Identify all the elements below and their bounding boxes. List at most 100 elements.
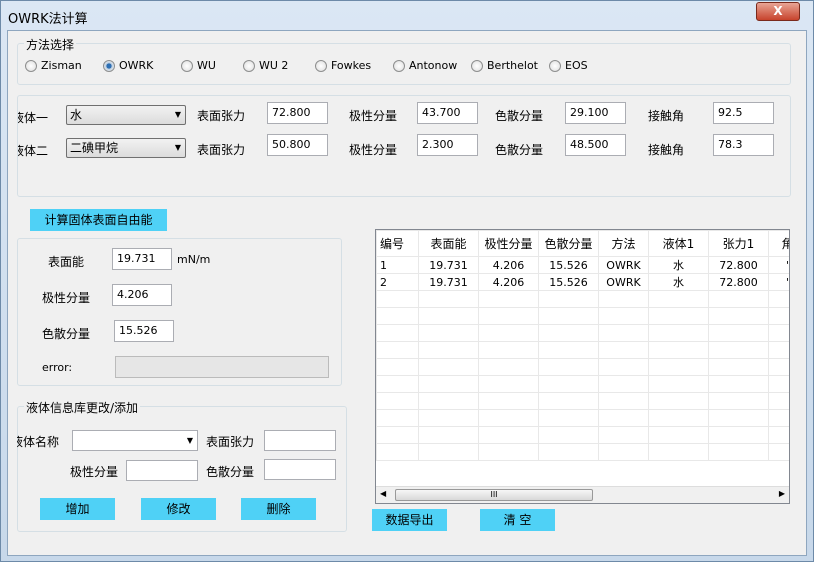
horizontal-scrollbar[interactable]: ◀ III ▶ — [376, 486, 789, 503]
radio-zisman[interactable]: Zisman — [25, 59, 82, 72]
scroll-thumb[interactable]: III — [395, 489, 593, 501]
scroll-right-icon[interactable]: ▶ — [779, 489, 785, 498]
db-name-label: 液体名称 — [17, 435, 60, 449]
radio-label: Zisman — [41, 59, 82, 72]
liquid2-angle-input[interactable]: 78.3 — [713, 134, 774, 156]
table-cell — [478, 307, 539, 325]
table-cell — [478, 341, 539, 359]
db-polar-input[interactable] — [126, 460, 198, 481]
table-row[interactable]: 1 19.731 4.206 15.526 OWRK 水 72.800 ' — [376, 256, 789, 274]
table-cell — [768, 392, 789, 410]
radio-label: Berthelot — [487, 59, 538, 72]
scroll-left-icon[interactable]: ◀ — [380, 489, 386, 498]
liquid1-tension-label: 表面张力 — [197, 109, 246, 123]
table-cell — [708, 290, 769, 308]
liquid1-angle-input[interactable]: 92.5 — [713, 102, 774, 124]
liquid1-polar-input[interactable]: 43.700 — [417, 102, 478, 124]
liquid1-disp-input[interactable]: 29.100 — [565, 102, 626, 124]
column-header[interactable]: 极性分量 — [478, 230, 539, 257]
window-title: OWRK法计算 — [8, 12, 88, 27]
table-cell — [418, 392, 479, 410]
db-tension-input[interactable] — [264, 430, 336, 451]
db-disp-input[interactable] — [264, 459, 336, 480]
liquid2-tension-input[interactable]: 50.800 — [267, 134, 328, 156]
radio-label: WU — [197, 59, 216, 72]
table-row[interactable] — [376, 324, 789, 342]
table-cell — [708, 341, 769, 359]
table-cell — [768, 307, 789, 325]
table-cell — [598, 290, 649, 308]
column-header[interactable]: 张力1 — [708, 230, 769, 257]
radio-wu[interactable]: WU — [181, 59, 216, 72]
table-cell — [598, 443, 649, 461]
table-cell — [538, 307, 599, 325]
table-row[interactable] — [376, 426, 789, 444]
radio-circle-icon — [243, 59, 255, 72]
table-cell: 1 — [376, 256, 419, 274]
table-row[interactable] — [376, 409, 789, 427]
clear-button[interactable]: 清 空 — [480, 509, 555, 531]
table-row[interactable] — [376, 341, 789, 359]
table-row[interactable] — [376, 307, 789, 325]
liquid1-tension-input[interactable]: 72.800 — [267, 102, 328, 124]
method-group-label: 方法选择 — [24, 36, 77, 53]
table-cell — [708, 307, 769, 325]
calculate-button[interactable]: 计算固体表面自由能 — [30, 209, 167, 231]
liquid2-polar-input[interactable]: 2.300 — [417, 134, 478, 156]
db-name-select[interactable]: ▼ — [72, 430, 198, 451]
radio-circle-icon — [103, 59, 115, 72]
table-cell — [418, 409, 479, 427]
column-header[interactable]: 表面能 — [418, 230, 479, 257]
result-polar-output: 4.206 — [112, 284, 172, 306]
table-row[interactable] — [376, 443, 789, 461]
table-cell — [708, 358, 769, 376]
radio-label: Antonow — [409, 59, 458, 72]
table-cell — [768, 324, 789, 342]
delete-button[interactable]: 删除 — [241, 498, 316, 520]
column-header[interactable]: 方法 — [598, 230, 649, 257]
liquid2-select[interactable]: 二碘甲烷 ▼ — [66, 138, 186, 158]
table-cell — [478, 409, 539, 427]
table-cell — [598, 307, 649, 325]
table-cell: 19.731 — [418, 273, 479, 291]
column-header[interactable]: 液体1 — [648, 230, 709, 257]
liquid2-disp-input[interactable]: 48.500 — [565, 134, 626, 156]
results-table[interactable]: 编号表面能极性分量色散分量方法液体1张力1角119.7314.20615.526… — [375, 229, 790, 504]
table-cell — [598, 409, 649, 427]
table-cell — [478, 375, 539, 393]
table-cell: OWRK — [598, 256, 649, 274]
table-cell — [538, 375, 599, 393]
radio-wu2[interactable]: WU 2 — [243, 59, 288, 72]
table-row[interactable]: 2 19.731 4.206 15.526 OWRK 水 72.800 ' — [376, 273, 789, 291]
table-cell: 2 — [376, 273, 419, 291]
table-cell — [768, 409, 789, 427]
add-button[interactable]: 增加 — [40, 498, 115, 520]
table-cell — [418, 341, 479, 359]
radio-fowkes[interactable]: Fowkes — [315, 59, 371, 72]
table-row[interactable] — [376, 392, 789, 410]
table-cell — [538, 409, 599, 427]
radio-eos[interactable]: EOS — [549, 59, 588, 72]
table-cell — [376, 341, 419, 359]
edit-button[interactable]: 修改 — [141, 498, 216, 520]
table-cell — [708, 409, 769, 427]
table-cell: 水 — [648, 256, 709, 274]
table-cell — [418, 375, 479, 393]
table-cell — [376, 324, 419, 342]
column-header[interactable]: 色散分量 — [538, 230, 599, 257]
table-row[interactable] — [376, 375, 789, 393]
table-cell — [598, 392, 649, 410]
radio-berthelot[interactable]: Berthelot — [471, 59, 538, 72]
radio-owrk[interactable]: OWRK — [103, 59, 153, 72]
radio-antonow[interactable]: Antonow — [393, 59, 457, 72]
table-cell — [376, 392, 419, 410]
table-row[interactable] — [376, 290, 789, 308]
liquid1-select[interactable]: 水 ▼ — [66, 105, 186, 125]
radio-circle-icon — [549, 59, 561, 72]
table-cell — [708, 426, 769, 444]
table-row[interactable] — [376, 358, 789, 376]
column-header[interactable]: 角 — [768, 230, 789, 257]
close-button[interactable]: X — [756, 2, 800, 21]
column-header[interactable]: 编号 — [376, 230, 419, 257]
export-button[interactable]: 数据导出 — [372, 509, 447, 531]
